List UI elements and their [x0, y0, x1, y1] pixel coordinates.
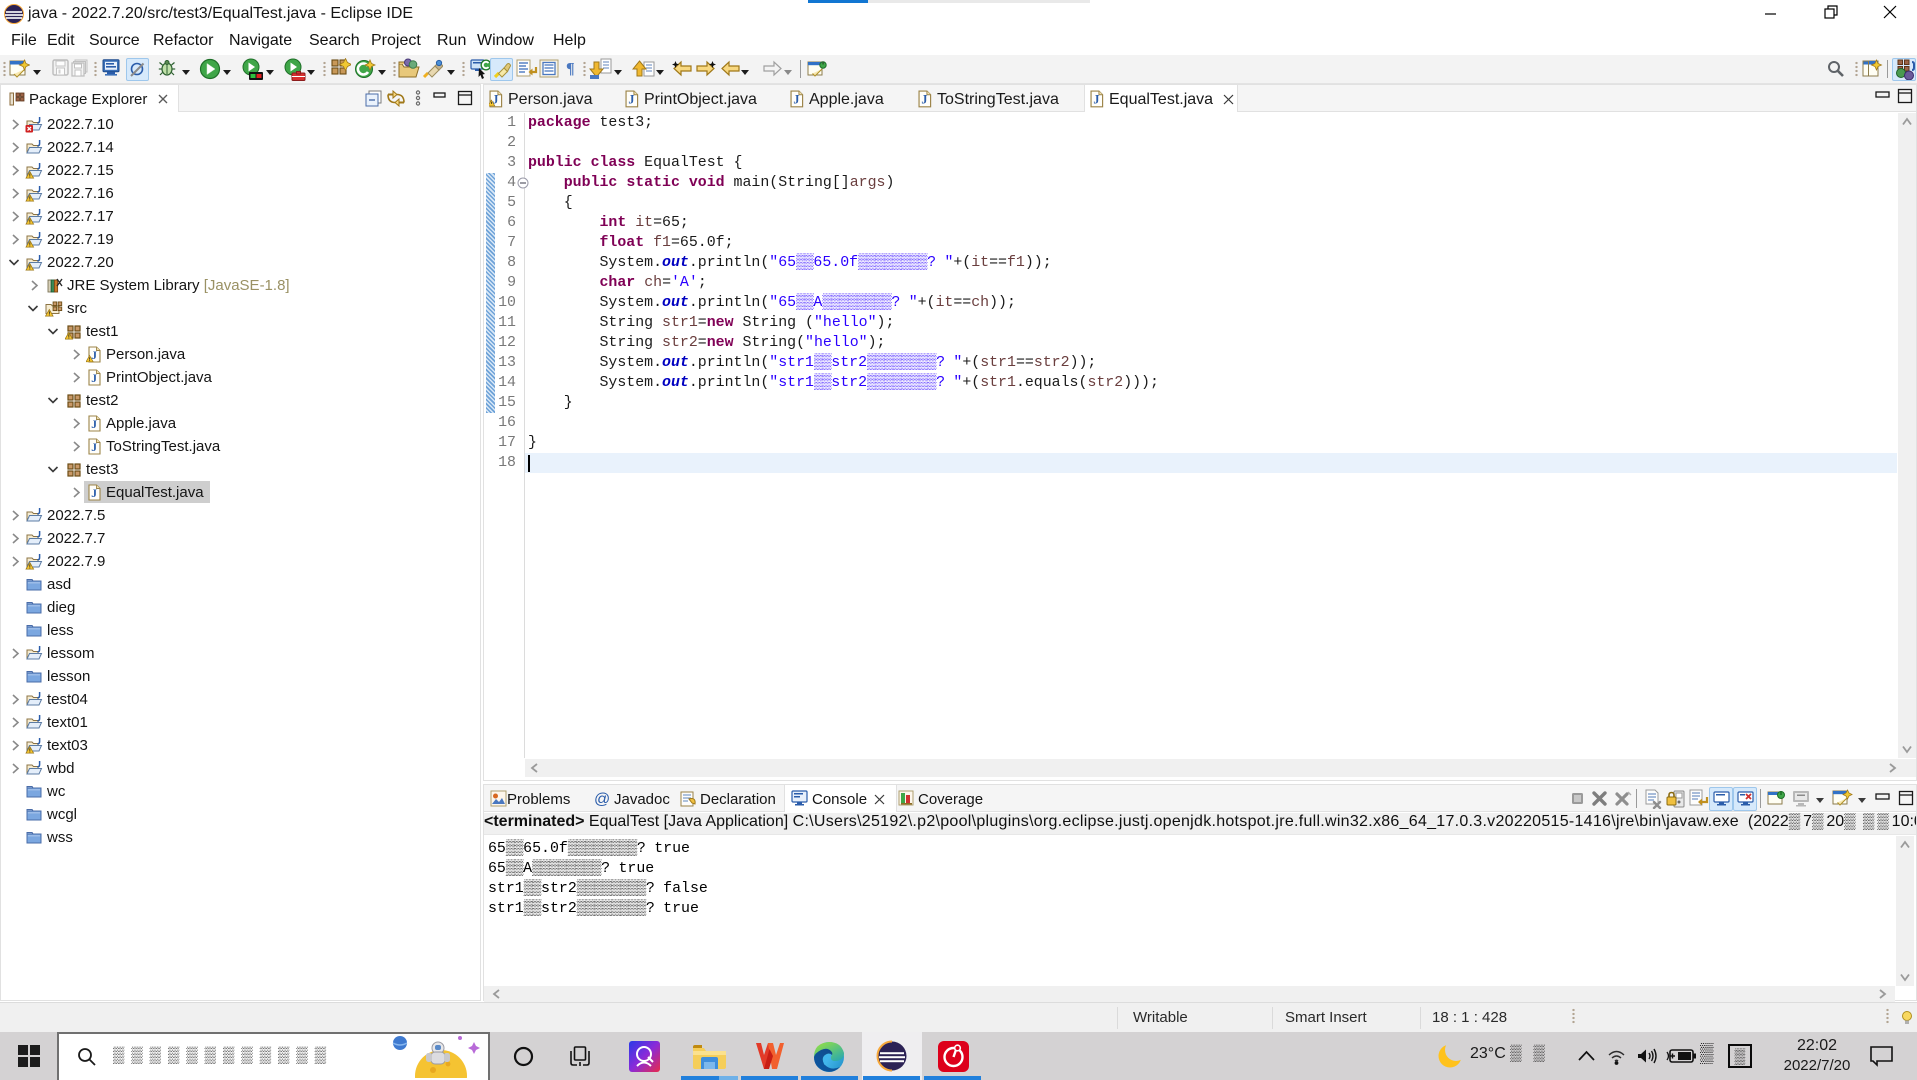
- svg-text:J: J: [91, 419, 97, 431]
- svg-text:J: J: [1093, 93, 1099, 107]
- svg-text:J: J: [628, 93, 634, 107]
- svg-text:¶: ¶: [566, 61, 575, 78]
- svg-text:J: J: [921, 93, 927, 107]
- svg-text:J: J: [793, 93, 799, 107]
- svg-text:J: J: [91, 488, 97, 500]
- svg-text:J: J: [91, 373, 97, 385]
- svg-text:J: J: [91, 442, 97, 454]
